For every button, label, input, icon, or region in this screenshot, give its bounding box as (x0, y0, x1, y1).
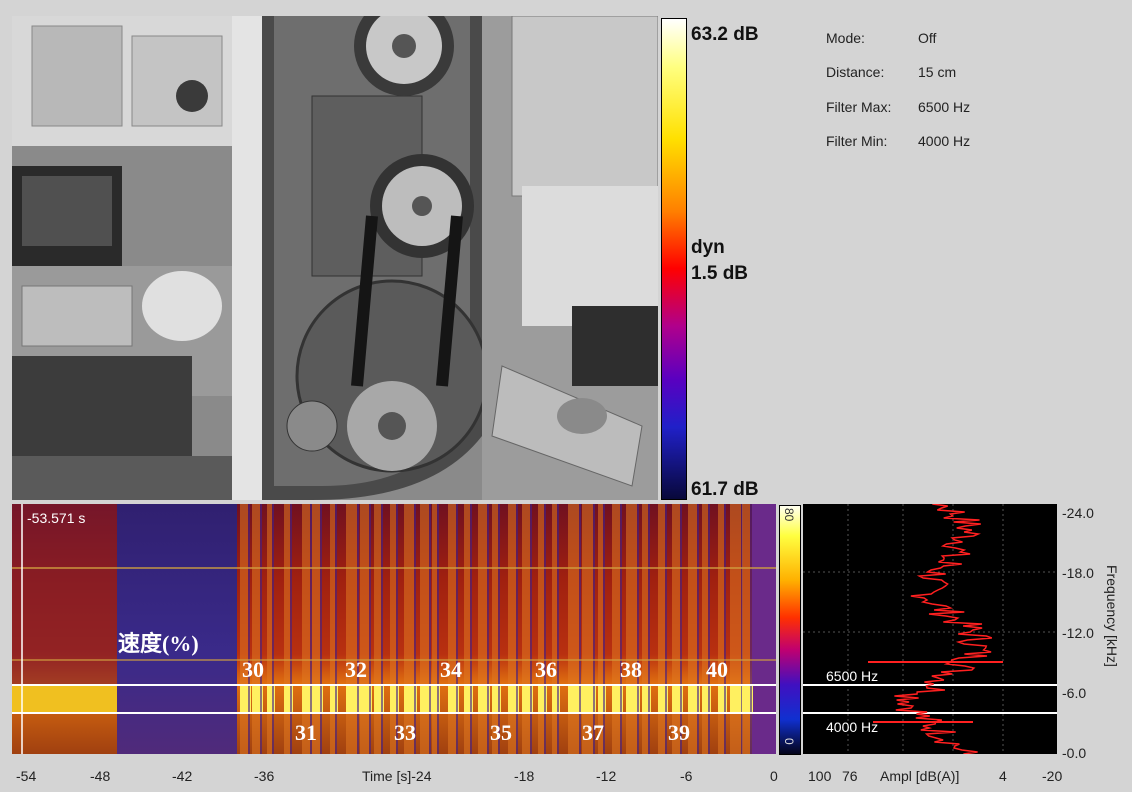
time-tick: -54 (16, 768, 37, 784)
speed-label: 38 (620, 657, 642, 682)
speed-label: 31 (295, 720, 317, 745)
speed-label: 32 (345, 657, 367, 682)
amp-tick: -20 (1042, 768, 1063, 784)
time-tick: -42 (172, 768, 193, 784)
distance-value: 15 cm (918, 64, 957, 80)
colorbar-dyn-label: dyn (691, 237, 725, 258)
time-tick: -12 (596, 768, 617, 784)
camera-view (12, 16, 658, 500)
time-tick: 0 (770, 768, 778, 784)
frequency-axis-label: Frequency [kHz] (1104, 565, 1120, 667)
speed-label: 35 (490, 720, 512, 745)
spec-colorbar-bottom: 0 (782, 738, 796, 745)
amplitude-spectrum-panel[interactable] (803, 504, 1057, 754)
filter-min-tag: 4000 Hz (826, 719, 879, 735)
filter-min-value: 4000 Hz (918, 133, 971, 149)
colorbar-min-label: 61.7 dB (691, 479, 759, 500)
amp-tick: 4 (999, 768, 1007, 784)
mode-label: Mode: (826, 30, 865, 46)
amp-tick: 100 (808, 768, 832, 784)
filter-max-value: 6500 Hz (918, 99, 971, 115)
speed-label: 37 (582, 720, 604, 745)
colorbar-max-label: 63.2 dB (691, 24, 759, 45)
speed-title: 速度(%) (118, 631, 199, 656)
time-tick: -6 (680, 768, 693, 784)
speed-label: 40 (706, 657, 728, 682)
freq-tick-0: -0.0 (1062, 745, 1087, 761)
spec-colorbar-top: 80 (782, 508, 796, 522)
time-tick: Time [s]-24 (362, 768, 432, 784)
distance-label: Distance: (826, 64, 885, 80)
freq-tick-18: -18.0 (1062, 565, 1094, 581)
speed-label: 36 (535, 657, 557, 682)
spectrogram-colorbar (779, 505, 801, 755)
filter-max-tag: 6500 Hz (826, 668, 879, 684)
db-colorbar (661, 18, 687, 500)
time-tick: -18 (514, 768, 535, 784)
amp-tick: Ampl [dB(A)] (880, 768, 960, 784)
speed-label: 39 (668, 720, 690, 745)
speed-label: 34 (440, 657, 462, 682)
freq-tick-12: -12.0 (1062, 625, 1094, 641)
freq-tick-6: -6.0 (1062, 685, 1087, 701)
colorbar-dyn-value: 1.5 dB (691, 263, 749, 284)
filter-max-label: Filter Max: (826, 99, 892, 115)
time-tick: -36 (254, 768, 275, 784)
time-tick: -48 (90, 768, 111, 784)
freq-tick-24: -24.0 (1062, 505, 1094, 521)
speed-label: 33 (394, 720, 416, 745)
amp-tick: 76 (842, 768, 858, 784)
speed-label: 30 (242, 657, 264, 682)
filter-min-label: Filter Min: (826, 133, 888, 149)
mode-value: Off (918, 30, 937, 46)
time-readout: -53.571 s (27, 510, 86, 526)
